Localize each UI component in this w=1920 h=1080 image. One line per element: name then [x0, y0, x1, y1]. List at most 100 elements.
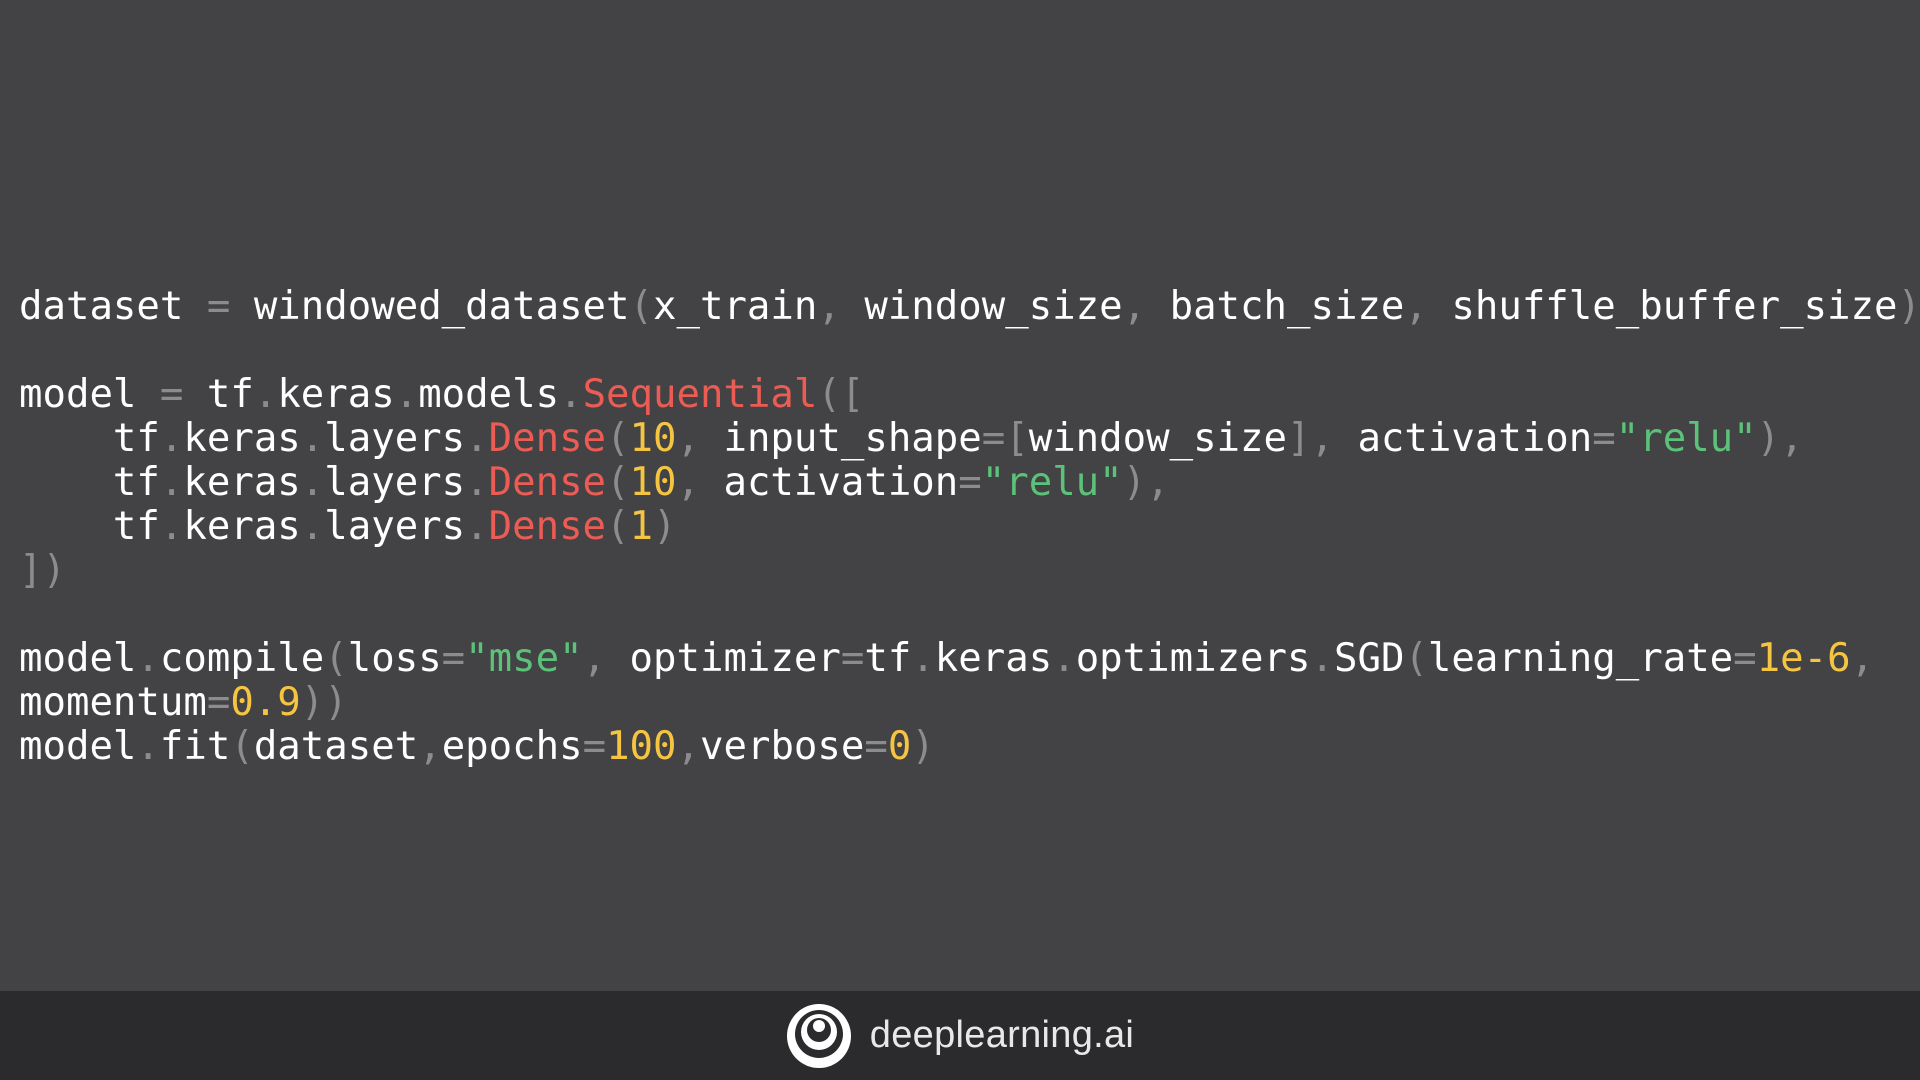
code-token: 10: [629, 460, 677, 505]
deeplearning-ai-logo-icon: [786, 1003, 851, 1068]
code-token: 0: [887, 724, 912, 769]
code-token: .: [159, 504, 184, 549]
code-token: momentum: [19, 680, 207, 725]
code-block: dataset = windowed_dataset(x_train, wind…: [19, 285, 1920, 769]
code-token: =: [582, 724, 607, 769]
code-token: Dense: [488, 504, 607, 549]
code-token: ): [653, 504, 677, 549]
code-token: ,: [582, 636, 630, 681]
code-token: keras: [934, 636, 1053, 681]
code-token: ,: [817, 284, 865, 329]
code-token: (: [606, 460, 630, 505]
code-token: =[: [981, 416, 1029, 461]
footer-bar: deeplearning.ai: [0, 991, 1920, 1080]
code-token: )): [300, 680, 348, 725]
code-token: Sequential: [582, 372, 818, 417]
code-token: (: [606, 504, 630, 549]
code-token: ),: [1756, 416, 1804, 461]
code-token: .: [159, 416, 184, 461]
code-token: loss: [347, 636, 442, 681]
code-token: model: [19, 724, 137, 769]
code-token: =: [441, 636, 466, 681]
code-token: tf: [206, 372, 254, 417]
code-token: .: [253, 372, 278, 417]
code-token: optimizers: [1075, 636, 1311, 681]
code-line: tf.keras.layers.Dense(1): [19, 505, 1920, 549]
code-token: =: [1592, 416, 1616, 461]
code-token: .: [136, 636, 160, 681]
code-token: ],: [1287, 416, 1358, 461]
code-token: (: [606, 416, 630, 461]
code-token: (: [629, 284, 653, 329]
code-token: .: [136, 724, 160, 769]
code-token: ([: [817, 372, 865, 417]
code-token: .: [300, 460, 325, 505]
code-token: batch_size: [1169, 284, 1405, 329]
code-token: Dense: [488, 416, 607, 461]
code-token: 1e-6: [1756, 636, 1851, 681]
brand-name: deeplearning.ai: [869, 1014, 1135, 1056]
slide: dataset = windowed_dataset(x_train, wind…: [0, 0, 1920, 1080]
code-token: "relu": [1615, 416, 1757, 461]
code-token: 0.9: [230, 680, 301, 725]
code-token: ,: [1850, 636, 1875, 681]
code-line: model.compile(loss="mse", optimizer=tf.k…: [19, 637, 1920, 681]
code-token: 1: [629, 504, 654, 549]
code-token: (: [324, 636, 348, 681]
code-token: SGD: [1333, 636, 1405, 681]
code-line: tf.keras.layers.Dense(10, activation="re…: [19, 461, 1920, 505]
code-token: epochs: [441, 724, 583, 769]
code-token: ,: [676, 724, 700, 769]
code-token: .: [465, 504, 489, 549]
code-token: x_train: [653, 284, 818, 329]
code-token: .: [300, 504, 325, 549]
code-token: tf: [864, 636, 912, 681]
code-token: compile: [159, 636, 325, 681]
code-line: model.fit(dataset,epochs=100,verbose=0): [19, 725, 1920, 769]
code-token: =: [183, 284, 254, 329]
code-token: ): [1897, 284, 1920, 329]
code-token: models: [418, 372, 560, 417]
code-token: =: [840, 636, 865, 681]
code-token: ),: [1122, 460, 1170, 505]
code-token: windowed_dataset: [253, 284, 630, 329]
code-token: layers: [324, 416, 466, 461]
code-token: learning_rate: [1427, 636, 1734, 681]
code-token: .: [394, 372, 419, 417]
code-token: dataset: [253, 724, 419, 769]
code-line: ]): [19, 549, 1920, 593]
code-token: keras: [183, 504, 301, 549]
code-token: 100: [606, 724, 677, 769]
code-token: .: [1310, 636, 1334, 681]
code-token: shuffle_buffer_size: [1451, 284, 1898, 329]
code-token: ,: [1404, 284, 1452, 329]
code-token: (: [1404, 636, 1428, 681]
code-token: layers: [324, 460, 466, 505]
code-token: .: [559, 372, 583, 417]
code-token: tf: [19, 416, 160, 461]
code-token: input_shape: [723, 416, 982, 461]
code-token: ]): [19, 548, 66, 593]
code-token: layers: [324, 504, 466, 549]
code-token: .: [1052, 636, 1076, 681]
code-token: .: [300, 416, 325, 461]
code-token: (: [230, 724, 254, 769]
code-token: =: [1733, 636, 1757, 681]
code-token: ,: [1122, 284, 1170, 329]
code-token: ,: [418, 724, 442, 769]
code-token: =: [206, 680, 231, 725]
code-token: activation: [1357, 416, 1593, 461]
code-token: ,: [676, 416, 724, 461]
code-token: optimizer: [629, 636, 841, 681]
code-line: tf.keras.layers.Dense(10, input_shape=[w…: [19, 417, 1920, 461]
code-token: =: [864, 724, 888, 769]
code-token: activation: [723, 460, 959, 505]
code-token: =: [958, 460, 982, 505]
code-token: "relu": [981, 460, 1123, 505]
code-token: fit: [159, 724, 231, 769]
code-token: window_size: [1028, 416, 1287, 461]
code-token: verbose: [700, 724, 865, 769]
code-token: dataset: [19, 284, 184, 329]
